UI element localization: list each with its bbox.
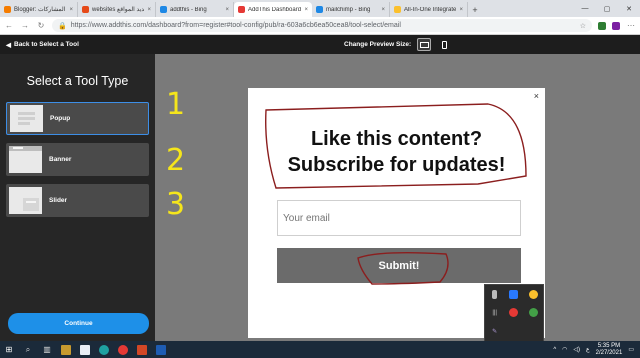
tray-overflow-flyout: ||| ✎ — [484, 284, 544, 342]
preview-size-label: Change Preview Size: — [344, 41, 412, 48]
tool-option-slider[interactable]: Slider — [6, 184, 149, 217]
screen: Blogger: المشاركات×websites جديد المواقع… — [0, 0, 640, 358]
file-explorer-icon[interactable] — [61, 344, 71, 355]
notifications-icon[interactable]: ▭ — [628, 346, 634, 353]
continue-button[interactable]: Continue — [8, 313, 149, 334]
desktop-icon — [419, 41, 429, 48]
close-window-icon[interactable]: ✕ — [618, 0, 640, 17]
word-icon[interactable] — [156, 344, 166, 355]
extension-icon[interactable] — [598, 21, 606, 30]
new-tab-button[interactable]: + — [468, 2, 482, 17]
favicon-icon — [316, 6, 323, 13]
tool-option-label: Slider — [49, 197, 68, 204]
tray-app-icon[interactable] — [509, 289, 519, 299]
close-tab-icon[interactable]: × — [304, 7, 308, 13]
url-text: https://www.addthis.com/dashboard?from=r… — [70, 22, 401, 29]
clock-time: 5:35 PM — [597, 342, 621, 349]
forward-icon[interactable]: → — [20, 21, 30, 30]
bookmark-star-icon[interactable]: ☆ — [580, 22, 586, 30]
sidebar-title: Select a Tool Type — [26, 74, 129, 88]
back-to-select-tool-link[interactable]: ◀ Back to Select a Tool — [6, 41, 79, 49]
favicon-icon — [160, 6, 167, 13]
popup-headline: Like this content? Subscribe for updates… — [248, 126, 545, 178]
menu-icon[interactable]: ⋯ — [626, 21, 636, 30]
task-view-icon[interactable]: ▥ — [42, 345, 52, 355]
reload-icon[interactable]: ↻ — [36, 21, 46, 30]
chevron-left-icon: ◀ — [6, 41, 11, 49]
minimize-icon[interactable]: — — [574, 0, 596, 17]
preview-stage: × Like this content? Subscribe for updat… — [155, 54, 640, 341]
extension-icon[interactable] — [612, 21, 620, 30]
address-bar: ← → ↻ 🔒 https://www.addthis.com/dashboar… — [0, 17, 640, 35]
usb-icon[interactable] — [492, 289, 498, 299]
clock[interactable]: 5:35 PM 2/27/2021 — [596, 343, 623, 357]
feather-icon[interactable]: ✎ — [490, 327, 499, 336]
url-input[interactable]: 🔒 https://www.addthis.com/dashboard?from… — [52, 19, 592, 32]
popup-thumbnail — [10, 105, 43, 132]
tool-option-popup[interactable]: Popup — [6, 102, 149, 135]
email-field[interactable]: Your email — [277, 200, 521, 236]
windows-start-icon[interactable]: ⊞ — [4, 345, 14, 355]
favicon-icon — [238, 6, 245, 13]
mobile-icon — [441, 40, 447, 49]
back-label: Back to Select a Tool — [14, 41, 79, 48]
mobile-preview-button[interactable] — [437, 38, 451, 51]
close-tab-icon[interactable]: × — [381, 7, 385, 13]
tool-option-banner[interactable]: Banner — [6, 143, 149, 176]
submit-button[interactable]: Submit! — [277, 248, 521, 283]
language-indicator[interactable]: ع — [586, 346, 590, 353]
tab-title: AddThis Dashboard — [248, 6, 302, 13]
taskbar: ⊞ ⌕ ▥ ^ ◠ ◁) ع 5:35 PM 2/27/2021 ▭ — [0, 341, 640, 358]
browser-tab[interactable]: AddThis Dashboard × — [234, 2, 312, 17]
tab-title: mailchimp - Bing — [326, 6, 371, 13]
tool-type-sidebar: Select a Tool Type Popup Banner Slider C… — [0, 54, 155, 341]
tab-title: addthis - Bing — [170, 6, 207, 13]
tool-option-label: Popup — [50, 115, 71, 122]
headline-line-1: Like this content? — [310, 128, 483, 150]
tray-app-icon[interactable] — [528, 308, 538, 318]
tab-title: Blogger: المشاركات — [14, 7, 66, 13]
bars-icon[interactable]: ||| — [490, 308, 499, 317]
powerpoint-icon[interactable] — [137, 344, 147, 355]
close-tab-icon[interactable]: × — [147, 7, 151, 13]
edge-icon[interactable] — [99, 344, 109, 355]
desktop-preview-button[interactable] — [417, 38, 432, 51]
favicon-icon — [4, 6, 11, 13]
app-header: ◀ Back to Select a Tool Change Preview S… — [0, 35, 640, 54]
window-controls: — ▢ ✕ — [574, 0, 640, 17]
banner-thumbnail — [9, 146, 42, 173]
preview-size-switcher: Change Preview Size: — [344, 35, 451, 54]
headline-line-2: Subscribe for updates! — [287, 154, 506, 176]
browser-tab[interactable]: addthis - Bing × — [156, 2, 234, 17]
search-icon[interactable]: ⌕ — [23, 345, 33, 355]
volume-icon[interactable]: ◁) — [573, 346, 580, 353]
wifi-icon[interactable]: ◠ — [562, 346, 567, 353]
store-icon[interactable] — [80, 344, 90, 355]
maximize-icon[interactable]: ▢ — [596, 0, 618, 17]
lock-icon: 🔒 — [58, 22, 67, 30]
tab-title: All-In-One Integrated — [404, 6, 457, 13]
system-tray: ^ ◠ ◁) ع 5:35 PM 2/27/2021 ▭ — [553, 343, 640, 357]
chrome-icon[interactable] — [118, 344, 128, 355]
browser-tab[interactable]: Blogger: المشاركات × — [0, 2, 78, 17]
close-icon[interactable]: × — [534, 91, 539, 101]
close-tab-icon[interactable]: × — [459, 7, 463, 13]
close-tab-icon[interactable]: × — [225, 7, 229, 13]
back-icon[interactable]: ← — [4, 21, 14, 30]
slider-thumbnail — [9, 187, 42, 214]
browser-tab[interactable]: websites جديد المواقع× — [78, 2, 156, 17]
chevron-up-icon[interactable]: ^ — [553, 347, 556, 353]
browser-tab-strip: Blogger: المشاركات×websites جديد المواقع… — [0, 0, 640, 17]
tray-app-icon[interactable] — [509, 308, 519, 318]
favicon-icon — [82, 6, 89, 13]
close-tab-icon[interactable]: × — [69, 7, 73, 13]
browser-tab[interactable]: mailchimp - Bing × — [312, 2, 390, 17]
favicon-icon — [394, 6, 401, 13]
browser-tab[interactable]: All-In-One Integrated × — [390, 2, 468, 17]
tool-option-label: Banner — [49, 156, 72, 163]
clock-date: 2/27/2021 — [595, 349, 623, 356]
tab-title: websites جديد المواقع — [92, 7, 145, 13]
tray-app-icon[interactable] — [528, 289, 538, 299]
